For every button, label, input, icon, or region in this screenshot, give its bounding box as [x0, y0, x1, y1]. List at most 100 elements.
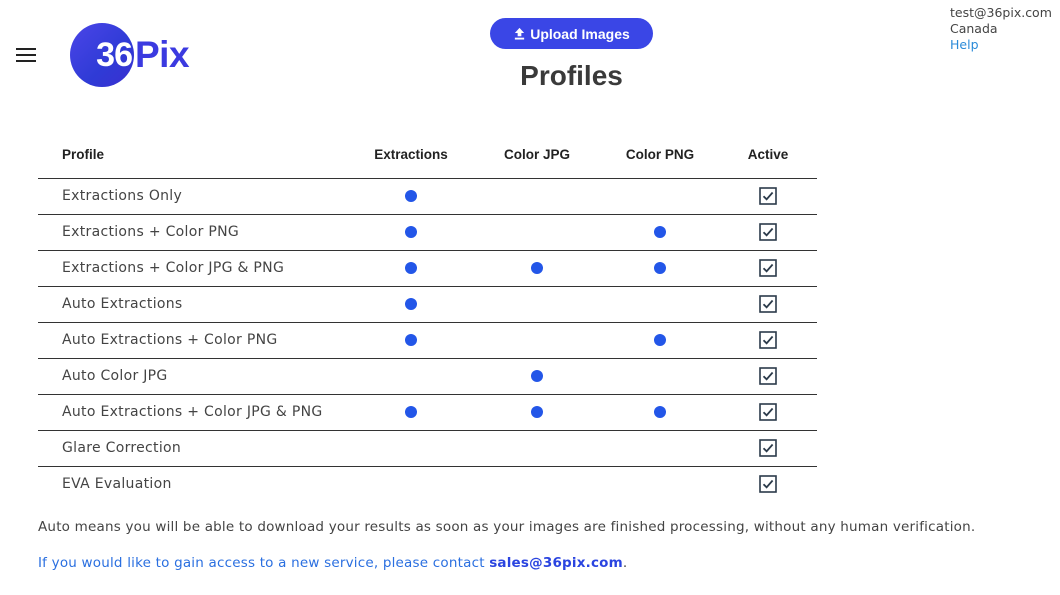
profile-name: Extractions + Color JPG & PNG: [38, 250, 349, 287]
color-jpg-cell: [473, 286, 601, 323]
color-jpg-cell: [473, 430, 601, 467]
table-header-row: Profile Extractions Color JPG Color PNG …: [38, 132, 817, 179]
active-cell[interactable]: [719, 322, 817, 359]
extractions-cell: [349, 178, 473, 215]
column-header-active: Active: [719, 132, 817, 179]
dot-indicator-icon: [531, 262, 543, 274]
extractions-cell: [349, 466, 473, 502]
active-cell[interactable]: [719, 466, 817, 502]
color-jpg-cell: [473, 394, 601, 431]
color-jpg-cell: [473, 178, 601, 215]
contact-note: If you would like to gain access to a ne…: [38, 555, 627, 571]
page-title: Profiles: [520, 60, 623, 91]
dot-indicator-icon: [405, 298, 417, 310]
help-link[interactable]: Help: [950, 37, 1052, 53]
profile-name: Extractions Only: [38, 178, 349, 215]
extractions-cell: [349, 214, 473, 251]
user-country: Canada: [950, 21, 998, 36]
extractions-cell: [349, 394, 473, 431]
dot-indicator-icon: [654, 406, 666, 418]
upload-images-button[interactable]: Upload Images: [490, 18, 653, 49]
active-cell[interactable]: [719, 394, 817, 431]
active-cell[interactable]: [719, 250, 817, 287]
logo-text: Pix: [135, 34, 190, 75]
profile-name: Auto Color JPG: [38, 358, 349, 395]
profile-name: Auto Extractions: [38, 286, 349, 323]
column-header-color-jpg: Color JPG: [473, 132, 601, 179]
extractions-cell: [349, 322, 473, 359]
user-info: test@36pix.com Canada Help: [950, 5, 1052, 53]
color-png-cell: [601, 358, 719, 395]
color-jpg-cell: [473, 466, 601, 502]
table-row: Auto Extractions + Color JPG & PNG: [38, 394, 817, 431]
checked-checkbox-icon: [759, 367, 777, 385]
checked-checkbox-icon: [759, 295, 777, 313]
column-header-profile: Profile: [38, 132, 349, 179]
profile-name: Glare Correction: [38, 430, 349, 467]
table-row: EVA Evaluation: [38, 466, 817, 502]
checked-checkbox-icon: [759, 403, 777, 421]
table-row: Extractions Only: [38, 178, 817, 215]
contact-prefix: If you would like to gain access to a ne…: [38, 555, 490, 571]
table-row: Extractions + Color JPG & PNG: [38, 250, 817, 287]
sales-email-link[interactable]: sales@36pix.com: [489, 555, 623, 571]
dot-indicator-icon: [654, 226, 666, 238]
table-row: Extractions + Color PNG: [38, 214, 817, 251]
color-jpg-cell: [473, 214, 601, 251]
color-jpg-cell: [473, 322, 601, 359]
dot-indicator-icon: [405, 190, 417, 202]
column-header-extractions: Extractions: [349, 132, 473, 179]
logo-circle: 36: [70, 23, 134, 87]
color-png-cell: [601, 466, 719, 502]
color-png-cell: [601, 250, 719, 287]
dot-indicator-icon: [405, 226, 417, 238]
checked-checkbox-icon: [759, 475, 777, 494]
checked-checkbox-icon: [759, 259, 777, 277]
checked-checkbox-icon: [759, 439, 777, 457]
extractions-cell: [349, 286, 473, 323]
dot-indicator-icon: [531, 406, 543, 418]
dot-indicator-icon: [654, 334, 666, 346]
dot-indicator-icon: [405, 262, 417, 274]
active-cell[interactable]: [719, 178, 817, 215]
dot-indicator-icon: [654, 262, 666, 274]
active-cell[interactable]: [719, 214, 817, 251]
dot-indicator-icon: [405, 406, 417, 418]
auto-note: Auto means you will be able to download …: [38, 519, 976, 535]
checked-checkbox-icon: [759, 331, 777, 349]
active-cell[interactable]: [719, 430, 817, 467]
table-row: Auto Extractions: [38, 286, 817, 323]
extractions-cell: [349, 430, 473, 467]
profile-name: Auto Extractions + Color JPG & PNG: [38, 394, 349, 431]
hamburger-menu-icon[interactable]: [16, 48, 36, 62]
color-jpg-cell: [473, 358, 601, 395]
page: 36 Pix Upload Images Profiles test@36pix…: [0, 0, 1060, 595]
color-png-cell: [601, 178, 719, 215]
extractions-cell: [349, 250, 473, 287]
checked-checkbox-icon: [759, 187, 777, 205]
profile-rows: Extractions Only Extractions + Color PNG E…: [38, 178, 817, 502]
color-png-cell: [601, 322, 719, 359]
logo[interactable]: 36 Pix: [70, 23, 190, 87]
color-jpg-cell: [473, 250, 601, 287]
profile-name: EVA Evaluation: [62, 476, 172, 493]
table-row: Glare Correction: [38, 430, 817, 467]
checked-checkbox-icon: [759, 223, 777, 241]
table-row: Auto Color JPG: [38, 358, 817, 395]
column-header-color-png: Color PNG: [601, 132, 719, 179]
active-cell[interactable]: [719, 358, 817, 395]
profiles-table: Profile Extractions Color JPG Color PNG …: [38, 132, 817, 502]
table-row: Auto Extractions + Color PNG: [38, 322, 817, 359]
extractions-cell: [349, 358, 473, 395]
profile-name: Extractions + Color PNG: [38, 214, 349, 251]
upload-images-label: Upload Images: [530, 25, 630, 42]
user-email: test@36pix.com: [950, 5, 1052, 20]
color-png-cell: [601, 214, 719, 251]
dot-indicator-icon: [405, 334, 417, 346]
logo-number: 36: [96, 35, 133, 74]
dot-indicator-icon: [531, 370, 543, 382]
color-png-cell: [601, 286, 719, 323]
upload-arrow-icon: [515, 27, 525, 40]
active-cell[interactable]: [719, 286, 817, 323]
contact-suffix: .: [622, 555, 628, 571]
